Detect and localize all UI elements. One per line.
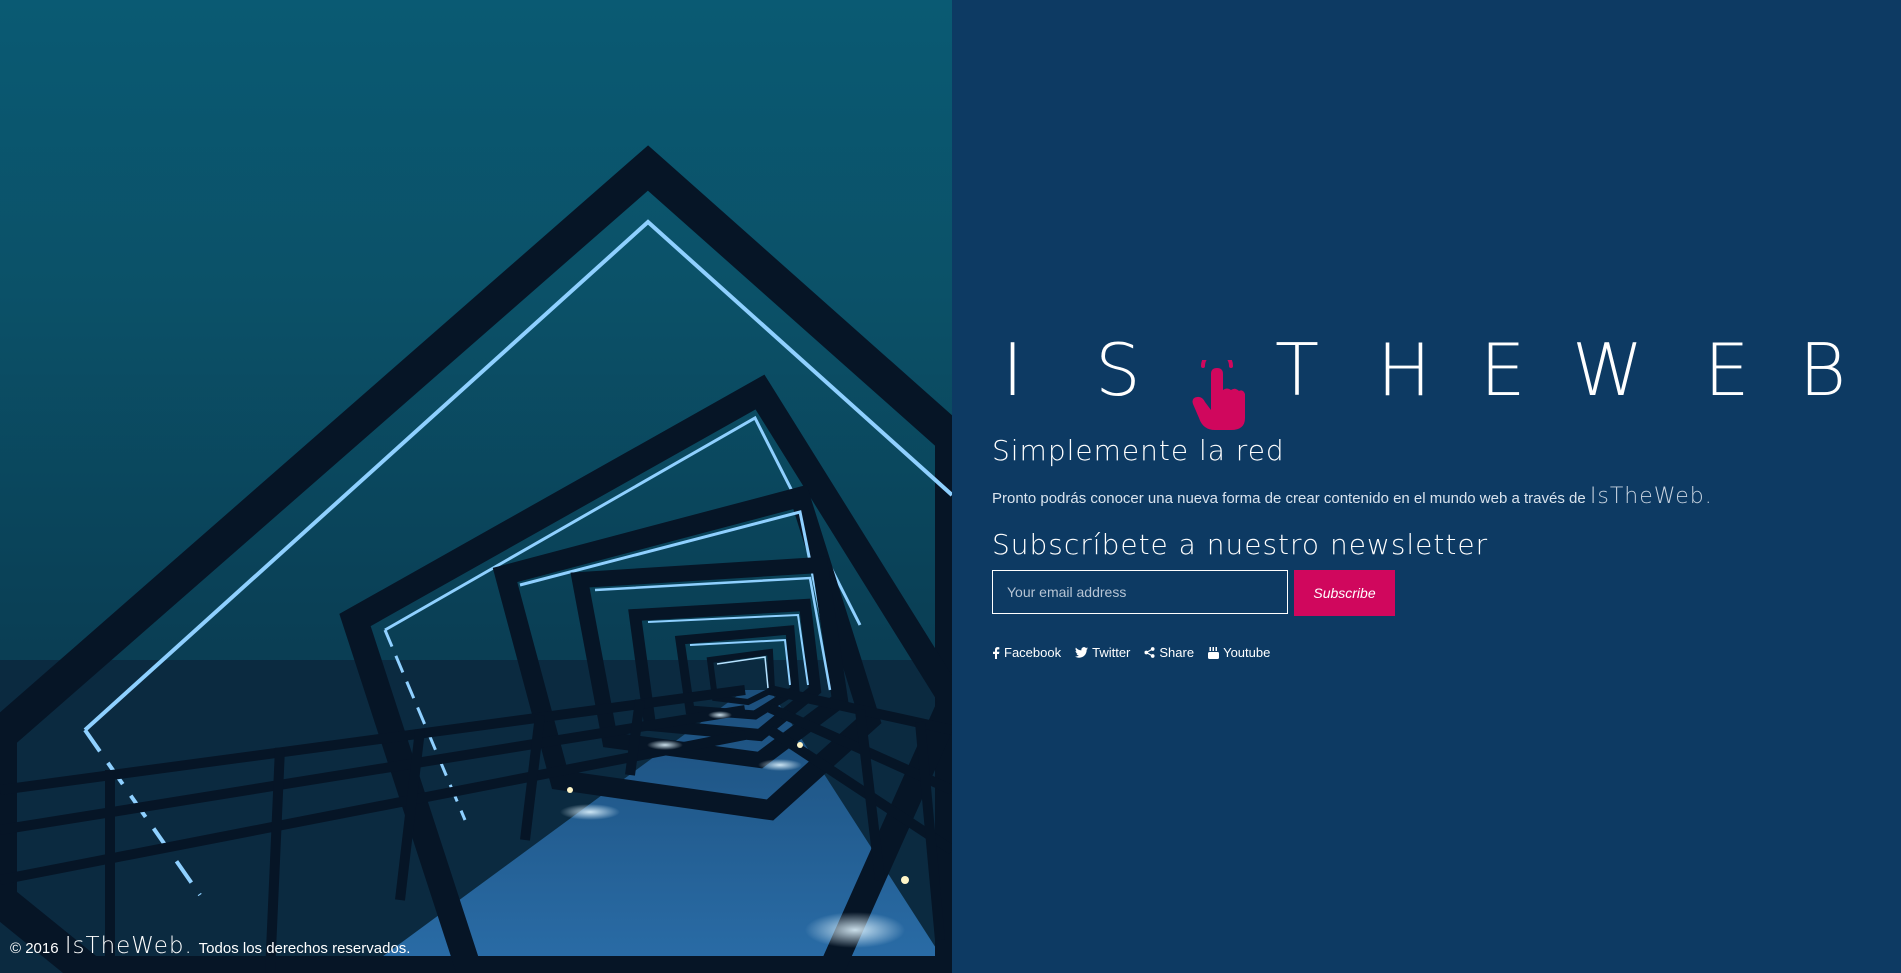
logo-letter: T [1275,328,1319,412]
copyright-brand: IsTheWeb. [64,933,193,959]
social-link-facebook[interactable]: Facebook [992,645,1061,660]
tagline: Simplemente la red [992,434,1285,467]
copyright-prefix: © 2016 [10,940,59,957]
social-label: Youtube [1223,645,1271,660]
logo-letter: W [1572,328,1644,412]
logo-letter: E [1480,328,1526,412]
description-text: Pronto podrás conocer una nueva forma de… [992,490,1586,507]
description-brand: IsTheWeb. [1589,484,1713,509]
content-panel: I S T H E W E B Simplemente la red Pront… [952,0,1901,973]
social-links: Facebook Twitter Share Youtube [992,645,1270,660]
hero-image: © 2016 IsTheWeb. Todos los derechos rese… [0,0,952,973]
bridge-illustration [0,145,952,973]
subscribe-button[interactable]: Subscribe [1294,570,1395,616]
twitter-icon [1075,647,1089,658]
email-input[interactable] [992,570,1288,614]
copyright: © 2016 IsTheWeb. Todos los derechos rese… [10,933,410,959]
share-icon [1144,647,1155,658]
copyright-suffix: Todos los derechos reservados. [198,940,411,957]
page: © 2016 IsTheWeb. Todos los derechos rese… [0,0,1901,973]
pointing-hand-icon [1187,350,1247,436]
social-link-twitter[interactable]: Twitter [1075,645,1130,660]
logo-letter: S [1095,328,1141,412]
social-label: Share [1159,645,1195,660]
social-link-share[interactable]: Share [1144,645,1194,660]
facebook-icon [992,646,1000,659]
social-label: Facebook [1004,645,1062,660]
logo-letter: B [1799,328,1847,412]
newsletter-title: Subscríbete a nuestro newsletter [992,528,1489,561]
social-link-youtube[interactable]: Youtube [1208,645,1270,660]
logo-letter: H [1377,328,1432,412]
logo-letter: I [1002,328,1024,412]
site-logo: I S T H E W E B [992,328,1872,430]
logo-letter: E [1704,328,1750,412]
youtube-icon [1208,646,1220,659]
description: Pronto podrás conocer una nueva forma de… [992,484,1713,509]
social-label: Twitter [1092,645,1131,660]
